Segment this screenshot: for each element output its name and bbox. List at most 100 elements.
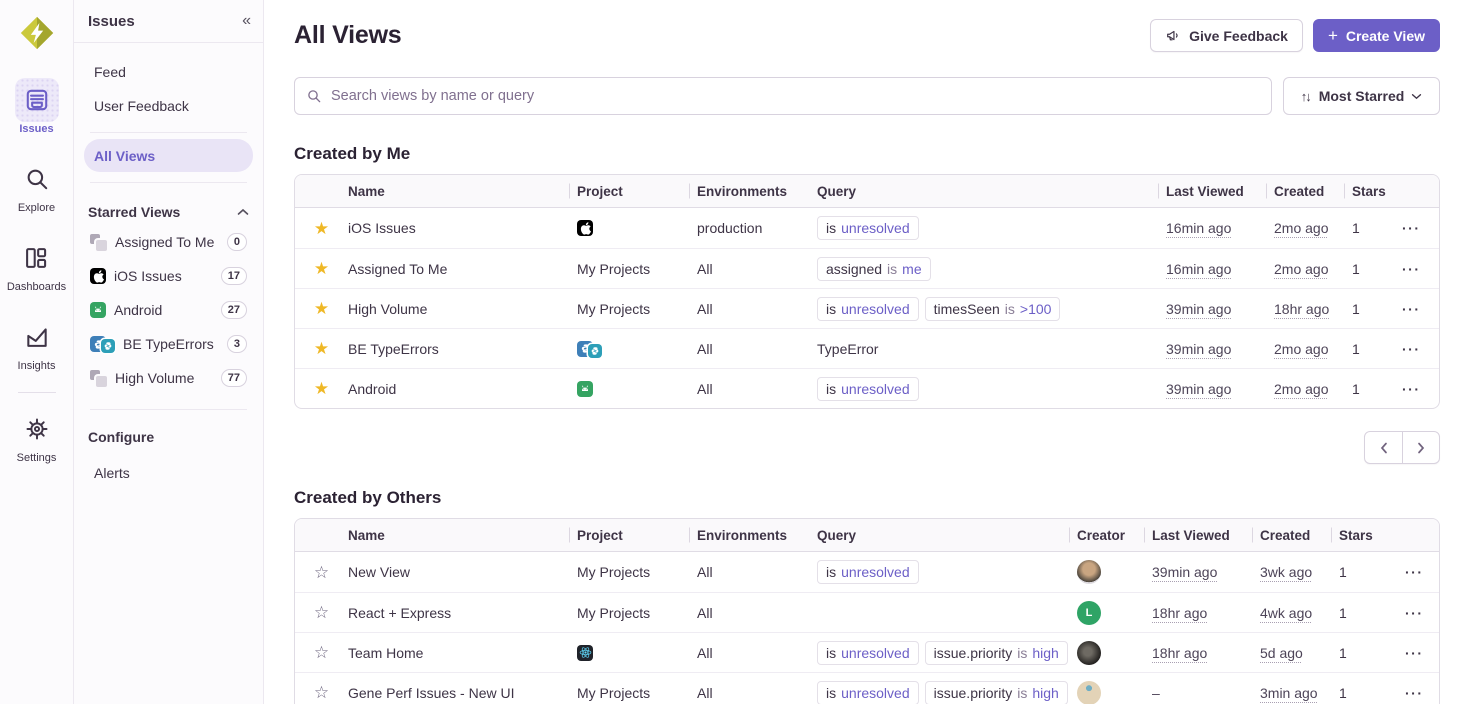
view-name-link[interactable]: Assigned To Me [348, 261, 447, 277]
give-feedback-button[interactable]: Give Feedback [1150, 19, 1303, 52]
starred-view-android[interactable]: Android 27 [88, 293, 249, 327]
pagination [1364, 431, 1440, 464]
sentry-logo[interactable] [16, 12, 58, 54]
star-toggle[interactable]: ★ [314, 380, 329, 397]
created-at: 2mo ago [1274, 381, 1328, 397]
apple-project-icon [577, 220, 593, 236]
sort-arrows-icon: ↑↓ [1301, 89, 1310, 104]
last-viewed: 18hr ago [1152, 645, 1207, 661]
table-row: ★ High Volume My Projects All isunresolv… [295, 288, 1439, 328]
rail-item-explore[interactable]: Explore [15, 157, 59, 214]
sort-dropdown[interactable]: ↑↓ Most Starred [1283, 77, 1440, 115]
rail-item-insights[interactable]: Insights [15, 315, 59, 372]
megaphone-icon [1165, 28, 1181, 43]
view-name-link[interactable]: Gene Perf Issues - New UI [348, 685, 515, 701]
creator-avatar [1077, 641, 1101, 665]
apple-project-icon [90, 268, 106, 284]
last-viewed: 39min ago [1166, 301, 1231, 317]
starred-view-high-volume[interactable]: High Volume 77 [88, 361, 249, 395]
rail-item-issues[interactable]: Issues [15, 78, 59, 135]
prev-page-button[interactable] [1365, 432, 1402, 463]
search-input[interactable] [294, 77, 1272, 115]
last-viewed: 16min ago [1166, 220, 1231, 236]
star-toggle[interactable]: ☆ [314, 604, 329, 621]
view-name-link[interactable]: BE TypeErrors [348, 341, 439, 357]
view-name-link[interactable]: High Volume [348, 301, 427, 317]
row-actions-menu[interactable]: ··· [1405, 605, 1424, 621]
query-token: isunresolved [817, 641, 919, 665]
row-actions-menu[interactable]: ··· [1405, 564, 1424, 580]
query-token: isunresolved [817, 560, 919, 584]
view-name-link[interactable]: iOS Issues [348, 220, 416, 236]
star-count: 1 [1352, 220, 1402, 236]
dashboards-grid-icon [23, 245, 49, 271]
last-viewed: 39min ago [1166, 381, 1231, 397]
sidebar-item-alerts[interactable]: Alerts [84, 456, 253, 489]
query-token: isunresolved [817, 377, 919, 401]
last-viewed: 16min ago [1166, 261, 1231, 277]
rail-item-dashboards[interactable]: Dashboards [7, 236, 66, 293]
view-name-link[interactable]: Android [348, 381, 396, 397]
query-token: isunresolved [817, 216, 919, 240]
chevron-up-icon[interactable] [237, 208, 249, 216]
star-count: 1 [1339, 564, 1405, 580]
star-toggle[interactable]: ★ [314, 300, 329, 317]
python-pair-project-icon [577, 341, 602, 357]
sidebar-divider [90, 132, 247, 133]
table-row: ★ Assigned To Me My Projects All assigne… [295, 248, 1439, 288]
star-toggle[interactable]: ★ [314, 220, 329, 237]
table-row: ☆ Gene Perf Issues - New UI My Projects … [295, 672, 1439, 704]
star-toggle[interactable]: ☆ [314, 644, 329, 661]
query-token: isunresolved [817, 681, 919, 704]
created-at: 3min ago [1260, 685, 1318, 701]
starred-view-be-typeerrors[interactable]: BE TypeErrors 3 [88, 327, 249, 361]
created-at: 2mo ago [1274, 341, 1328, 357]
configure-title: Configure [88, 429, 154, 445]
starred-views-title: Starred Views [88, 204, 180, 220]
rail-label-insights: Insights [18, 360, 56, 372]
star-toggle[interactable]: ☆ [314, 564, 329, 581]
row-actions-menu[interactable]: ··· [1405, 685, 1424, 701]
row-actions-menu[interactable]: ··· [1402, 261, 1421, 277]
created-at: 3wk ago [1260, 564, 1312, 580]
view-name-link[interactable]: New View [348, 564, 410, 580]
rail-divider [18, 392, 56, 393]
table-row: ★ Android All isunresolved 39min ago 2mo… [295, 368, 1439, 408]
star-toggle[interactable]: ★ [314, 260, 329, 277]
view-name-link[interactable]: React + Express [348, 605, 451, 621]
sidebar-title: Issues [88, 13, 135, 30]
sidebar-item-user-feedback[interactable]: User Feedback [84, 89, 253, 122]
row-actions-menu[interactable]: ··· [1402, 341, 1421, 357]
created-by-me-title: Created by Me [294, 144, 1440, 164]
sidebar-item-all-views[interactable]: All Views [84, 139, 253, 172]
query-token: issue.priorityishigh [925, 681, 1068, 704]
count-badge: 77 [221, 369, 247, 387]
table-header-row: Name Project Environments Query Creator … [295, 519, 1439, 552]
star-count: 1 [1339, 645, 1405, 661]
sidebar-item-feed[interactable]: Feed [84, 55, 253, 88]
created-at: 18hr ago [1274, 301, 1329, 317]
view-name-link[interactable]: Team Home [348, 645, 423, 661]
query-token: issue.priorityishigh [925, 641, 1068, 665]
star-toggle[interactable]: ★ [314, 340, 329, 357]
rail-item-settings[interactable]: Settings [15, 407, 59, 464]
row-actions-menu[interactable]: ··· [1402, 301, 1421, 317]
all-views-page: All Views Give Feedback + Create View [264, 0, 1471, 704]
star-toggle[interactable]: ☆ [314, 684, 329, 701]
row-actions-menu[interactable]: ··· [1405, 645, 1424, 661]
starred-view-ios-issues[interactable]: iOS Issues 17 [88, 259, 249, 293]
chevron-right-icon [1417, 442, 1425, 454]
star-count: 1 [1339, 685, 1405, 701]
row-actions-menu[interactable]: ··· [1402, 220, 1421, 236]
star-count: 1 [1352, 341, 1402, 357]
sidebar-collapse-icon[interactable]: « [242, 12, 249, 30]
sentry-logo-icon [18, 14, 56, 52]
next-page-button[interactable] [1402, 432, 1439, 463]
starred-view-assigned-to-me[interactable]: Assigned To Me 0 [88, 225, 249, 259]
table-row: ☆ Team Home All isunresolved issue.prior… [295, 632, 1439, 672]
row-actions-menu[interactable]: ··· [1402, 381, 1421, 397]
sidebar-divider [90, 409, 247, 410]
create-view-button[interactable]: + Create View [1313, 19, 1440, 52]
plus-icon: + [1328, 27, 1338, 44]
insights-chart-icon [24, 324, 50, 350]
